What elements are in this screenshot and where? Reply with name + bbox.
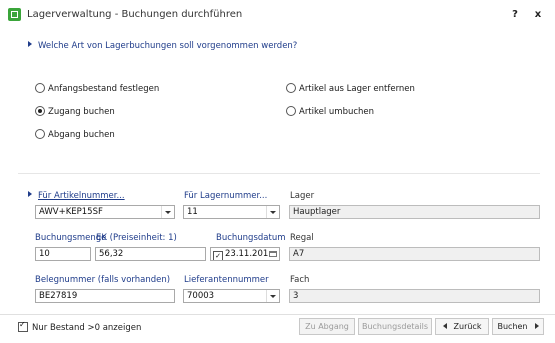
article-number-label: Für Artikelnummer... xyxy=(38,191,125,201)
booking-details-button[interactable]: Buchungsdetails xyxy=(358,318,432,335)
booking-date-picker[interactable]: ✓ 23.11.2018 xyxy=(210,247,280,261)
booking-date-value: 23.11.2018 xyxy=(225,249,274,259)
radio-remove-from-stock[interactable]: Artikel aus Lager entfernen xyxy=(286,83,415,94)
article-number-value: AWV+KEP15SF xyxy=(39,207,103,217)
radio-circle-selected xyxy=(35,106,45,116)
expand-triangle-icon xyxy=(28,191,32,197)
only-stock-checkbox[interactable]: Nur Bestand >0 anzeigen xyxy=(18,320,142,333)
receipt-number-label: Belegnummer (falls vorhanden) xyxy=(35,275,171,285)
booking-type-heading-text: Welche Art von Lagerbuchungen soll vorge… xyxy=(38,41,298,51)
radio-remove-from-stock-label: Artikel aus Lager entfernen xyxy=(299,84,415,94)
radio-book-receipt[interactable]: Zugang buchen xyxy=(35,106,115,117)
app-icon xyxy=(8,8,21,21)
fach-value: 3 xyxy=(293,291,299,301)
radio-transfer-article-label: Artikel umbuchen xyxy=(299,107,375,117)
lager-field: Hauptlager xyxy=(289,205,540,219)
help-icon[interactable]: ? xyxy=(506,6,524,24)
radio-opening-stock[interactable]: Anfangsbestand festlegen xyxy=(35,83,159,94)
chevron-down-icon[interactable] xyxy=(266,206,279,218)
ek-value: 56,32 xyxy=(99,249,124,259)
regal-label: Regal xyxy=(290,233,314,243)
warehouse-number-value: 11 xyxy=(187,207,198,217)
back-button-label: Zurück xyxy=(453,322,482,331)
radio-circle xyxy=(286,83,296,93)
book-button[interactable]: Buchen xyxy=(492,318,544,335)
booking-date-label: Buchungsdatum xyxy=(216,233,286,243)
supplier-number-value: 70003 xyxy=(187,291,215,301)
footer-divider xyxy=(0,314,555,315)
date-enabled-checkbox[interactable]: ✓ xyxy=(213,251,223,260)
receipt-number-input[interactable]: BE27819 xyxy=(35,289,175,303)
close-icon[interactable]: x xyxy=(529,6,547,24)
arrow-right-icon xyxy=(534,323,539,329)
arrow-left-icon xyxy=(442,323,447,329)
radio-book-issue[interactable]: Abgang buchen xyxy=(35,129,115,140)
lager-label: Lager xyxy=(290,191,315,201)
title-bar: Lagerverwaltung - Buchungen durchführen … xyxy=(0,0,555,30)
fach-label: Fach xyxy=(290,275,310,285)
supplier-number-label: Lieferantennummer xyxy=(184,275,269,285)
quantity-value: 10 xyxy=(39,249,50,259)
radio-circle xyxy=(35,129,45,139)
book-button-label: Buchen xyxy=(497,322,528,331)
receipt-number-value: BE27819 xyxy=(39,291,78,301)
radio-circle xyxy=(35,83,45,93)
radio-opening-stock-label: Anfangsbestand festlegen xyxy=(48,84,160,94)
to-issue-button[interactable]: Zu Abgang xyxy=(299,318,355,335)
radio-book-receipt-label: Zugang buchen xyxy=(48,107,115,117)
fach-field: 3 xyxy=(289,289,540,303)
back-button[interactable]: Zurück xyxy=(435,318,489,335)
supplier-number-combobox[interactable]: 70003 xyxy=(183,289,280,303)
section-divider xyxy=(18,173,540,174)
ek-label: EK (Preiseinheit: 1) xyxy=(96,233,177,243)
regal-field: A7 xyxy=(289,247,540,261)
regal-value: A7 xyxy=(293,249,305,259)
booking-type-heading: Welche Art von Lagerbuchungen soll vorge… xyxy=(28,41,297,51)
warehouse-number-link[interactable]: Für Lagernummer... xyxy=(184,191,267,201)
article-number-link[interactable]: Für Artikelnummer... xyxy=(28,191,125,201)
calendar-icon[interactable] xyxy=(268,249,278,259)
only-stock-label: Nur Bestand >0 anzeigen xyxy=(32,323,142,333)
chevron-down-icon[interactable] xyxy=(161,206,174,218)
radio-circle xyxy=(286,106,296,116)
expand-triangle-icon xyxy=(28,41,32,47)
window-title: Lagerverwaltung - Buchungen durchführen xyxy=(27,9,243,20)
chevron-down-icon[interactable] xyxy=(266,290,279,302)
lager-value: Hauptlager xyxy=(293,207,341,217)
warehouse-number-combobox[interactable]: 11 xyxy=(183,205,280,219)
ek-input[interactable]: 56,32 xyxy=(95,247,206,261)
radio-transfer-article[interactable]: Artikel umbuchen xyxy=(286,106,374,117)
radio-book-issue-label: Abgang buchen xyxy=(48,130,115,140)
article-number-combobox[interactable]: AWV+KEP15SF xyxy=(35,205,175,219)
checkbox-checked-icon xyxy=(18,320,28,332)
quantity-input[interactable]: 10 xyxy=(35,247,91,261)
